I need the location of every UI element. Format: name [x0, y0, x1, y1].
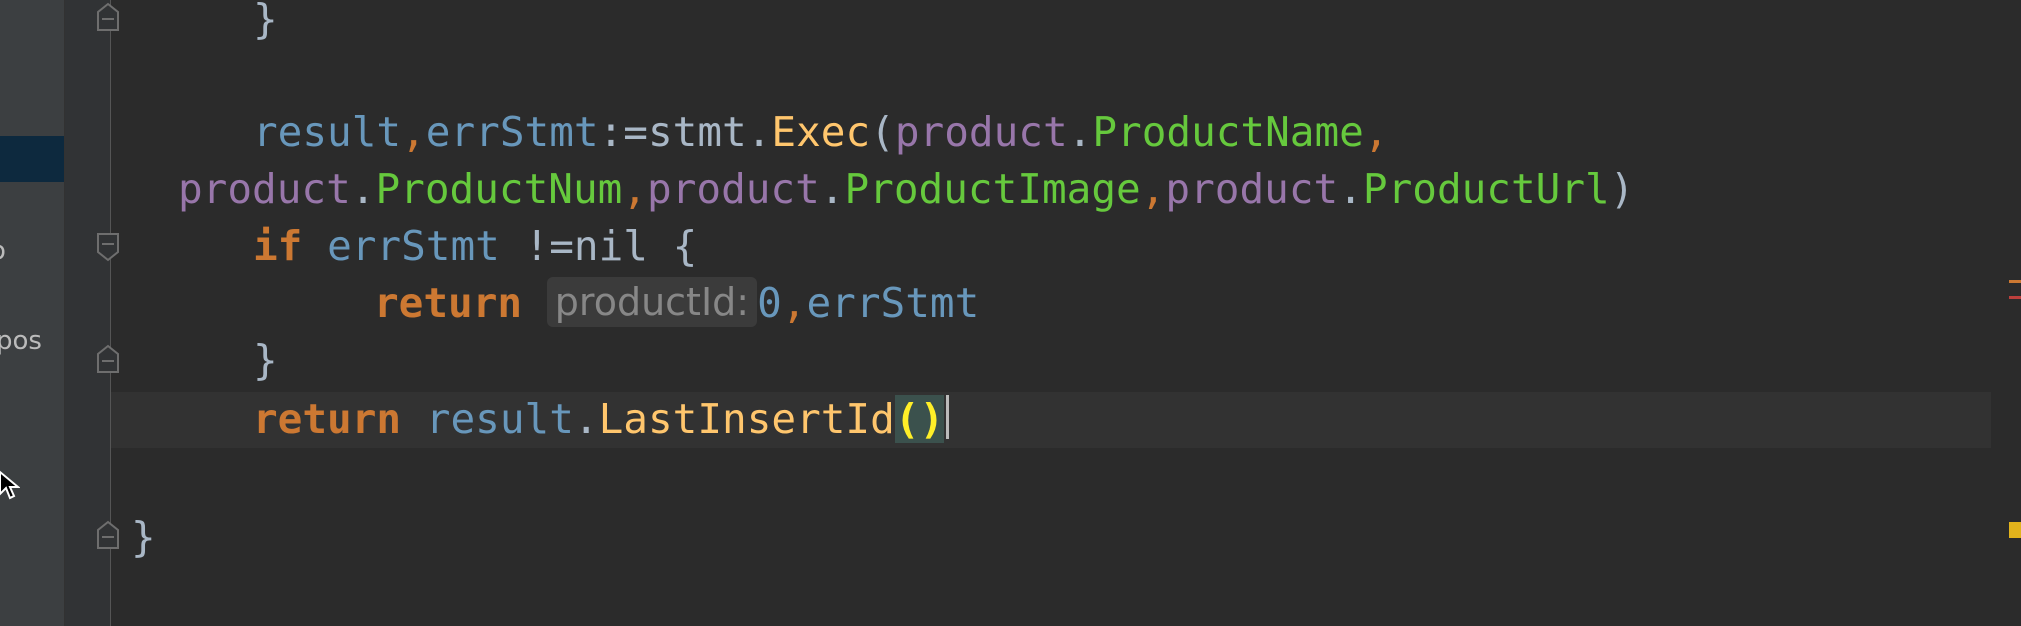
error-marker[interactable] [2009, 296, 2021, 299]
code-line-4[interactable]: if errStmt !=nil { [253, 217, 697, 275]
token-assign: := [598, 108, 648, 156]
token-field: ProductName [1092, 108, 1364, 156]
code-line-2[interactable]: result,errStmt:=stmt.Exec(product.Produc… [253, 103, 1389, 161]
token-result: result [253, 108, 402, 156]
matched-parens: () [894, 395, 945, 443]
token-errstmt: errStmt [425, 108, 599, 156]
token-if-keyword: if [253, 222, 303, 270]
token-dot: . [573, 395, 599, 443]
token-product: product [1165, 165, 1339, 213]
code-line-9[interactable]: } [131, 508, 156, 566]
token-exec: Exec [771, 108, 871, 156]
error-marker[interactable] [2009, 280, 2021, 283]
token-field: ProductImage [844, 165, 1141, 213]
project-panel-selected-row[interactable] [0, 136, 64, 182]
token-errstmt: errStmt [806, 279, 980, 327]
code-editor[interactable]: } result,errStmt:=stmt.Exec(product.Prod… [111, 0, 1991, 626]
token-return-keyword: return [253, 395, 402, 443]
token-paren: ) [1609, 165, 1635, 213]
token-result: result [425, 395, 574, 443]
warning-marker[interactable] [2009, 522, 2021, 538]
code-line-1[interactable]: } [253, 0, 278, 48]
closing-brace: } [253, 336, 278, 384]
token-field: ProductNum [375, 165, 623, 213]
closing-brace: } [253, 0, 278, 43]
closing-brace: } [131, 513, 156, 561]
parameter-hint: productId: [546, 277, 758, 327]
token-errstmt: errStmt [327, 222, 500, 270]
token-return-keyword: return [374, 279, 523, 327]
text-caret [946, 395, 950, 439]
token-stmt: stmt [647, 108, 747, 156]
token-comma: , [781, 279, 807, 327]
token-product: product [647, 165, 820, 213]
code-line-6[interactable]: } [253, 331, 278, 389]
token-brace: { [672, 222, 698, 270]
token-comma: , [1363, 108, 1389, 156]
project-item-fragment[interactable]: pos [0, 326, 42, 356]
token-comma: , [401, 108, 426, 156]
mouse-cursor-icon [0, 470, 20, 500]
token-paren: ( [870, 108, 895, 156]
token-function: LastInsertId [598, 395, 895, 443]
error-stripe[interactable] [1991, 0, 2021, 626]
ide-window: o pos } result,errStmt:=stmt.Exec(produc… [0, 0, 2021, 626]
token-neq-nil: !=nil [524, 222, 648, 270]
token-field: ProductUrl [1362, 165, 1610, 213]
project-panel[interactable]: o pos [0, 0, 65, 626]
token-product: product [178, 165, 351, 213]
code-line-3[interactable]: product.ProductNum,product.ProductImage,… [178, 160, 1634, 218]
token-product: product [894, 108, 1068, 156]
project-item-fragment[interactable]: o [0, 236, 6, 266]
token-dot: . [746, 108, 772, 156]
token-number: 0 [757, 279, 782, 327]
code-line-5[interactable]: return productId: 0,errStmt [374, 274, 979, 332]
code-line-7[interactable]: return result.LastInsertId() [253, 390, 950, 448]
